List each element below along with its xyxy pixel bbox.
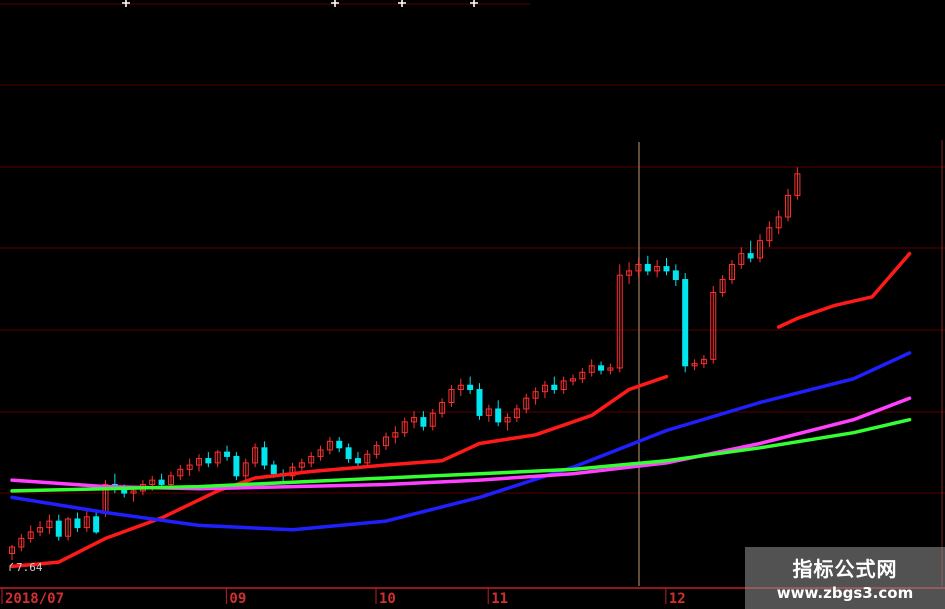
candle-body [224, 451, 231, 457]
candle-body [663, 266, 670, 272]
candle-body [261, 447, 268, 466]
candle-body [598, 365, 605, 371]
candle-body [55, 520, 62, 537]
x-axis-tick-label: 09 [229, 591, 246, 607]
chart-stage: 2018/07 09 10 11 12 7.64 指标公式网 www.zbgs3.com [0, 0, 945, 609]
candle-body [336, 440, 343, 449]
candle-body [682, 279, 689, 367]
candle-body [270, 464, 277, 475]
candle-body [93, 516, 100, 533]
candle-body [467, 384, 474, 391]
candle-body [158, 479, 165, 485]
moving-average-line [10, 374, 669, 569]
candle-body [233, 455, 240, 477]
x-axis-tick-label: 10 [379, 591, 396, 607]
candle-body [420, 417, 427, 427]
candle-body [205, 458, 212, 464]
moving-averages [10, 251, 912, 569]
candles [9, 167, 801, 560]
x-axis-tick-label: 2018/07 [5, 591, 64, 607]
candlestick-chart: 2018/07 09 10 11 12 7.64 [0, 0, 945, 607]
watermark: 指标公式网 www.zbgs3.com [745, 547, 945, 609]
candle-body [672, 270, 679, 281]
x-axis-tick-label: 11 [491, 591, 508, 607]
x-axis-tick-label: 12 [669, 591, 686, 607]
candle-body [551, 384, 558, 391]
candle-body [345, 447, 352, 460]
moving-average-line [776, 251, 912, 329]
watermark-title: 指标公式网 [792, 557, 898, 581]
event-marker-icon [398, 0, 406, 7]
low-price-label: 7.64 [16, 561, 43, 574]
candle-body [74, 518, 81, 529]
candle-body [644, 263, 651, 272]
candle-body [354, 458, 361, 464]
event-marker-icon [122, 0, 130, 7]
event-marker-icon [331, 0, 339, 7]
candle-body [476, 389, 483, 416]
candle-body [747, 253, 754, 259]
watermark-url: www.zbgs3.com [776, 584, 914, 602]
candle-body [495, 408, 502, 423]
event-marker-icon [470, 0, 478, 7]
